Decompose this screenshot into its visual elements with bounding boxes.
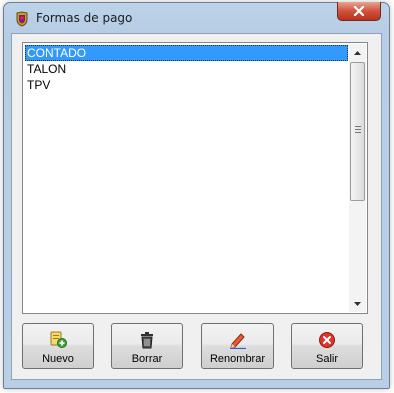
scroll-up-button[interactable]	[349, 44, 366, 61]
close-button[interactable]	[337, 2, 381, 21]
scroll-down-button[interactable]	[349, 295, 366, 312]
borrar-label: Borrar	[131, 353, 163, 365]
dialog-client-area: CONTADO TALON TPV Nuevo Borrar Renombrar…	[11, 33, 382, 380]
grip-line	[355, 129, 361, 130]
list: CONTADO TALON TPV	[25, 45, 348, 311]
pencil-icon	[228, 331, 248, 349]
list-item[interactable]: TALON	[25, 61, 348, 77]
grip-line	[355, 126, 361, 127]
add-document-icon	[48, 331, 68, 349]
renombrar-label: Renombrar	[209, 353, 266, 365]
title-bar[interactable]: Formas de pago	[4, 2, 389, 33]
list-item[interactable]: TPV	[25, 77, 348, 93]
scroll-thumb[interactable]	[350, 62, 365, 201]
payment-methods-listbox[interactable]: CONTADO TALON TPV	[22, 42, 368, 314]
trash-icon	[137, 331, 157, 349]
grip-line	[355, 132, 361, 133]
nuevo-label: Nuevo	[42, 353, 74, 365]
salir-label: Salir	[315, 353, 338, 365]
nuevo-button[interactable]: Nuevo	[22, 323, 94, 369]
dialog-window: Formas de pago CONTADO TALON TPV Nuevo B…	[3, 2, 390, 389]
renombrar-button[interactable]: Renombrar	[201, 323, 274, 369]
close-icon	[353, 6, 365, 16]
arrow-down-icon	[354, 301, 361, 306]
list-item[interactable]: CONTADO	[25, 45, 348, 61]
salir-button[interactable]: Salir	[291, 323, 363, 369]
exit-icon	[317, 331, 337, 349]
window-title: Formas de pago	[36, 11, 133, 25]
vertical-scrollbar[interactable]	[349, 44, 366, 312]
arrow-up-icon	[354, 50, 361, 55]
app-logo-icon	[14, 11, 30, 27]
borrar-button[interactable]: Borrar	[111, 323, 183, 369]
